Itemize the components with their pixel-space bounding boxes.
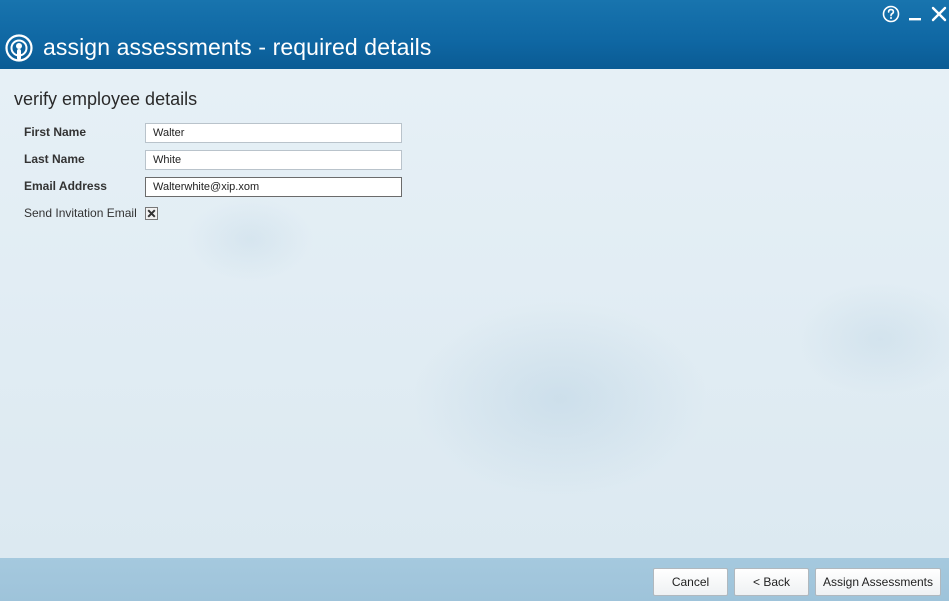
last-name-label: Last Name	[24, 152, 85, 166]
cancel-button[interactable]: Cancel	[653, 568, 728, 596]
section-title: verify employee details	[14, 89, 198, 109]
back-button[interactable]: < Back	[734, 568, 809, 596]
first-name-input[interactable]	[145, 123, 402, 143]
checkmark-x-icon	[147, 209, 156, 218]
first-name-label: First Name	[24, 125, 87, 139]
podcast-icon	[5, 34, 33, 62]
assign-assessments-button[interactable]: Assign Assessments	[815, 568, 941, 596]
close-icon[interactable]	[929, 4, 949, 24]
title-bar: assign assessments - required details	[0, 0, 949, 69]
minimize-icon[interactable]	[906, 4, 926, 24]
email-input[interactable]	[145, 177, 402, 197]
window-title: assign assessments - required details	[43, 34, 432, 60]
send-invitation-checkbox[interactable]	[145, 207, 158, 220]
footer-bar: Cancel < Back Assign Assessments	[0, 558, 949, 601]
help-circle-icon[interactable]	[881, 4, 901, 24]
email-label: Email Address	[24, 179, 107, 193]
last-name-input[interactable]	[145, 150, 402, 170]
content-area: verify employee details First Name Last …	[0, 69, 949, 558]
send-invitation-label: Send Invitation Email	[24, 206, 137, 220]
